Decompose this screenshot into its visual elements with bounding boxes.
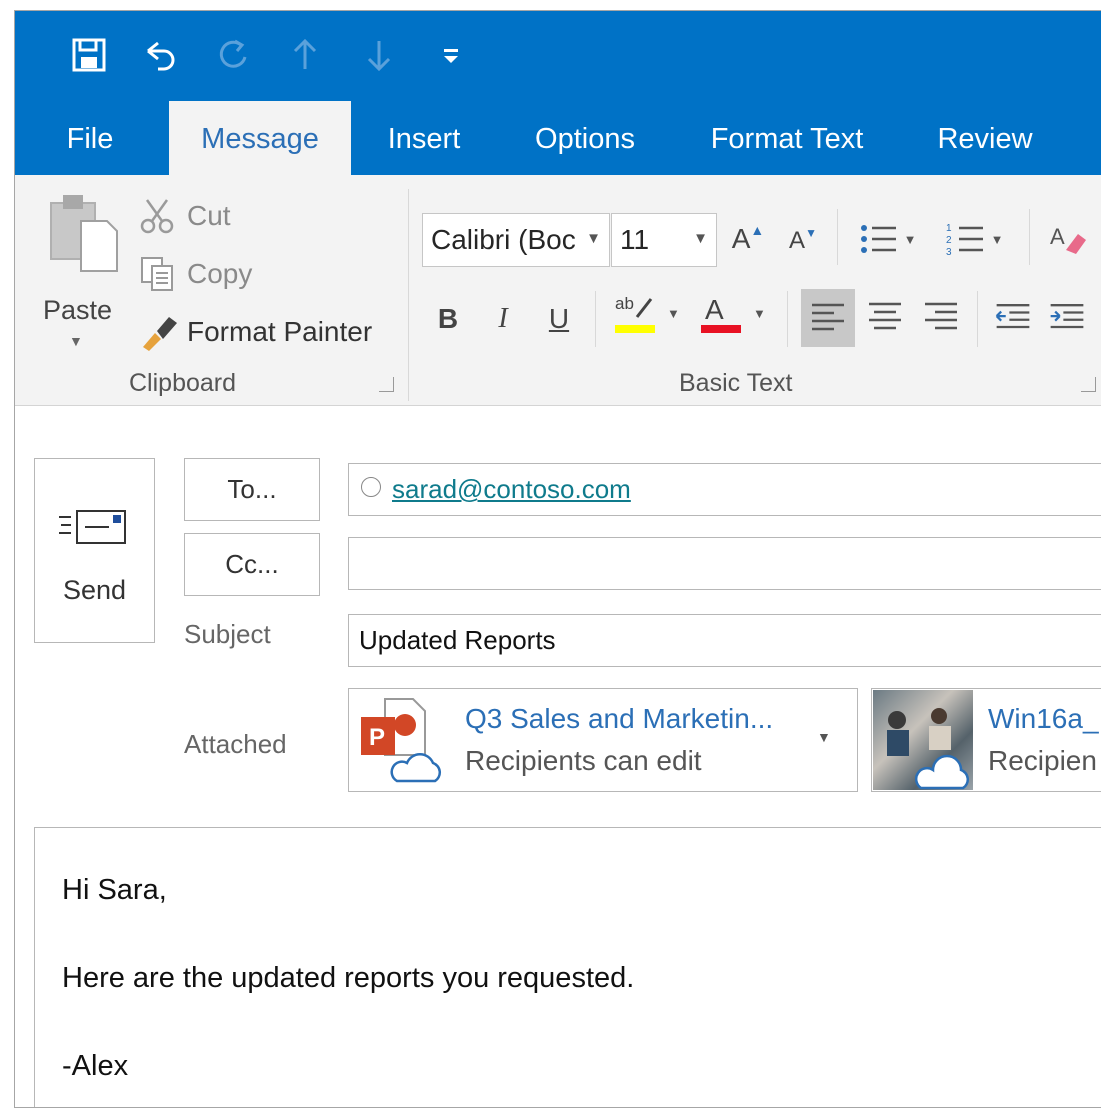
to-button[interactable]: To... — [184, 458, 320, 521]
font-color-button[interactable]: A ▼ — [699, 293, 775, 333]
copy-icon — [141, 257, 173, 291]
svg-text:3: 3 — [946, 247, 952, 258]
clear-formatting-icon[interactable]: A — [1049, 219, 1089, 259]
paste-button[interactable]: Paste ▼ — [41, 191, 118, 349]
font-size-value: 11 — [620, 224, 650, 255]
format-painter-label: Format Painter — [187, 316, 373, 347]
dialog-launcher-icon[interactable] — [1081, 377, 1096, 392]
clipboard-group-label: Clipboard — [129, 369, 237, 397]
grow-font-icon[interactable]: A ▲ — [728, 219, 768, 259]
copy-label: Copy — [187, 258, 253, 289]
cut-label: Cut — [187, 200, 231, 231]
cc-button[interactable]: Cc... — [184, 533, 320, 596]
bold-button[interactable]: B — [428, 299, 468, 339]
cut-button[interactable]: Cut — [139, 197, 231, 235]
tab-message[interactable]: Message — [169, 101, 351, 175]
group-separator — [408, 189, 409, 401]
chevron-down-icon: ▼ — [69, 333, 83, 349]
down-arrow-icon[interactable] — [359, 35, 399, 75]
format-painter-button[interactable]: Format Painter — [139, 313, 372, 351]
attachment-permission: Recipien — [988, 745, 1097, 776]
attachment-permission: Recipients can edit — [465, 745, 702, 776]
copy-button[interactable]: Copy — [139, 255, 252, 293]
subject-field[interactable]: Updated Reports — [348, 614, 1101, 667]
increase-indent-icon[interactable] — [1047, 297, 1087, 337]
svg-text:ab: ab — [615, 294, 634, 313]
paste-icon — [50, 195, 118, 272]
dialog-launcher-icon[interactable] — [379, 377, 394, 392]
tab-insert[interactable]: Insert — [371, 101, 477, 175]
align-left-button[interactable] — [801, 289, 855, 347]
attachment-title: Win16a_ — [988, 703, 1099, 734]
paintbrush-icon — [143, 317, 177, 351]
font-name-value: Calibri (Boc — [431, 224, 576, 255]
svg-text:2: 2 — [946, 235, 952, 246]
highlight-button[interactable]: ab ▼ — [613, 293, 689, 333]
message-body[interactable]: Hi Sara, Here are the updated reports yo… — [34, 827, 1101, 1107]
font-size-combo[interactable]: 11 ▼ — [611, 213, 717, 267]
up-arrow-icon[interactable] — [285, 35, 325, 75]
svg-text:P: P — [369, 724, 385, 751]
chevron-down-icon[interactable]: ▼ — [817, 729, 831, 745]
shrink-font-icon[interactable]: A ▼ — [783, 221, 823, 261]
bullets-icon[interactable]: ▼ — [855, 219, 919, 259]
font-name-combo[interactable]: Calibri (Boc ▼ — [422, 213, 610, 267]
subject-value: Updated Reports — [359, 625, 556, 655]
scissors-icon — [140, 199, 174, 234]
attachment-card[interactable]: Win16a_ Recipien — [871, 688, 1101, 792]
presence-icon — [361, 477, 381, 497]
tab-review[interactable]: Review — [925, 101, 1045, 175]
numbering-icon[interactable]: 123 ▼ — [941, 219, 1007, 259]
customize-qat-icon[interactable] — [431, 35, 471, 75]
basic-text-group-label: Basic Text — [679, 369, 793, 397]
attachment-title: Q3 Sales and Marketin... — [465, 703, 774, 734]
image-cloud-icon — [873, 690, 973, 790]
svg-text:A: A — [705, 294, 724, 325]
send-icon — [59, 510, 126, 544]
underline-button[interactable]: U — [539, 299, 579, 339]
quick-access-toolbar — [15, 11, 1101, 101]
powerpoint-cloud-icon: P — [361, 698, 442, 783]
align-center-icon[interactable] — [865, 297, 905, 337]
body-line: Hi Sara, — [62, 874, 167, 906]
save-icon[interactable] — [69, 35, 109, 75]
tab-format-text[interactable]: Format Text — [697, 101, 877, 175]
svg-text:1: 1 — [946, 223, 952, 234]
body-line: Here are the updated reports you request… — [62, 962, 635, 994]
recipient-link[interactable]: sarad@contoso.com — [392, 474, 631, 505]
to-field[interactable]: sarad@contoso.com — [348, 463, 1101, 516]
tab-options[interactable]: Options — [519, 101, 651, 175]
decrease-indent-icon[interactable] — [993, 297, 1033, 337]
italic-button[interactable]: I — [483, 299, 523, 339]
cc-field[interactable] — [348, 537, 1101, 590]
ribbon-tabs: File Message Insert Options Format Text … — [15, 101, 1101, 175]
align-left-icon — [812, 303, 844, 331]
redo-icon[interactable] — [213, 35, 253, 75]
compose-window: File Message Insert Options Format Text … — [14, 10, 1101, 1108]
chevron-down-icon[interactable]: ▼ — [693, 230, 708, 247]
align-right-icon[interactable] — [921, 297, 961, 337]
paste-label: Paste — [43, 295, 113, 325]
chevron-down-icon[interactable]: ▼ — [586, 230, 601, 247]
tab-file[interactable]: File — [45, 101, 135, 175]
body-line: -Alex — [62, 1050, 129, 1082]
attachment-card[interactable]: P Q3 Sales and Marketin... Recipients ca… — [348, 688, 858, 792]
undo-icon[interactable] — [139, 35, 179, 75]
send-button[interactable]: Send — [34, 458, 155, 643]
ribbon: Paste ▼ Cut Copy Format Painter Clipboar… — [15, 175, 1101, 406]
attached-label: Attached — [184, 729, 287, 759]
send-label: Send — [62, 575, 127, 605]
font-color-icon: A — [701, 294, 741, 333]
highlighter-icon: ab — [615, 294, 655, 333]
svg-text:A: A — [1050, 224, 1065, 249]
subject-label: Subject — [184, 619, 271, 649]
